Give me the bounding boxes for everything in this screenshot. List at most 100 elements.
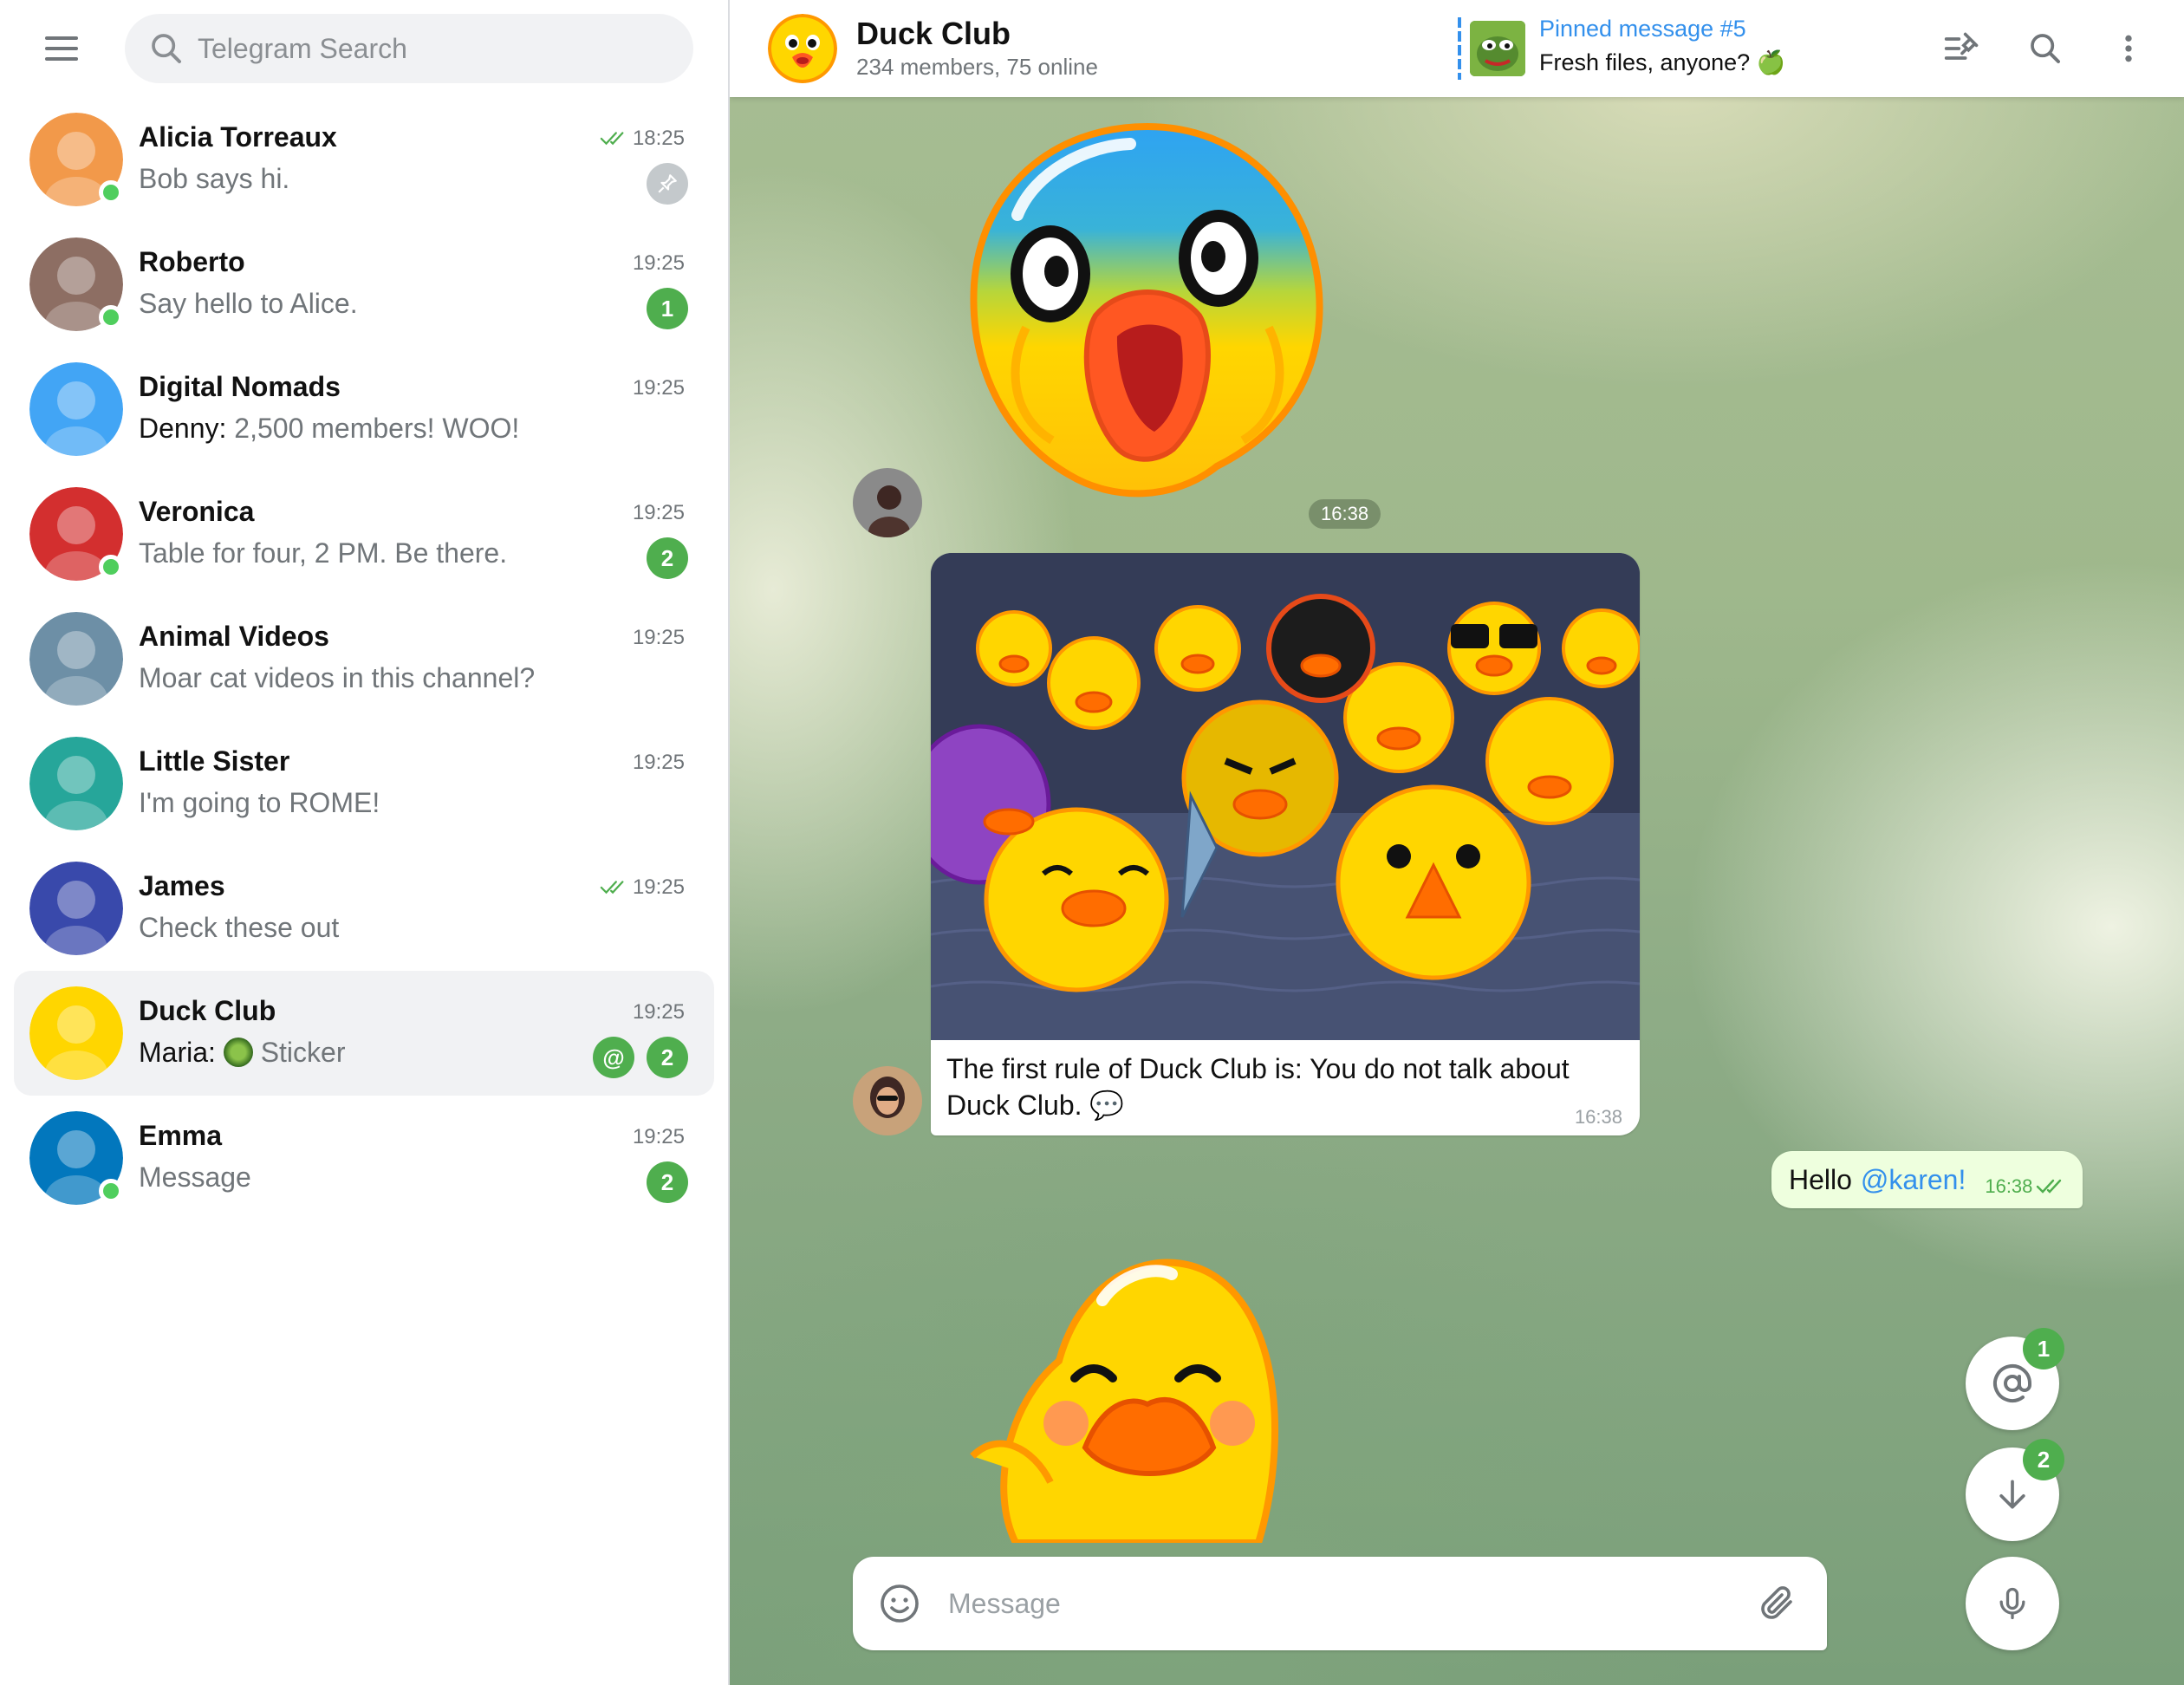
search-icon [2031, 34, 2060, 63]
chat-time-wrap: 18:25 [600, 127, 685, 151]
double-check-icon [2037, 1179, 2062, 1194]
chat-name: Digital Nomads [139, 371, 341, 402]
more-vertical-icon [2125, 35, 2132, 62]
telegram-app: Alicia Torreaux 18:25 Bob says hi. Roberto… [0, 0, 2184, 1685]
message-input[interactable] [948, 1557, 1711, 1650]
preview-sender: Denny: [139, 413, 227, 444]
unread-badge: 2 [647, 537, 688, 579]
mention-link[interactable]: @karen! [1861, 1164, 1966, 1196]
chat-list-item[interactable]: Digital Nomads 19:25 Denny: 2,500 members!… [14, 347, 714, 472]
waving-duck-sticker[interactable] [955, 1231, 1319, 1543]
unpin-all-button[interactable] [1938, 24, 1986, 73]
chat-name: Alicia Torreaux [139, 121, 337, 153]
online-indicator [99, 1179, 123, 1203]
chat-avatar [29, 737, 123, 830]
search-input[interactable] [198, 14, 666, 83]
chat-list-item[interactable]: Veronica 19:25 Table for four, 2 PM. Be th… [14, 472, 714, 596]
duck-avatar-icon [768, 14, 837, 83]
chat-list-item[interactable]: Alicia Torreaux 18:25 Bob says hi. [14, 97, 714, 222]
preview-text: Say hello to Alice. [139, 288, 358, 319]
chat-members-status: 234 members, 75 online [856, 54, 1098, 80]
chat-title[interactable]: Duck Club [856, 16, 1011, 52]
chat-preview: Moar cat videos in this channel? [139, 662, 535, 694]
duck-crowd-image [931, 553, 1640, 1040]
chat-preview: Check these out [139, 912, 339, 944]
search-chat-button[interactable] [2021, 24, 2070, 73]
chat-list-item[interactable]: Roberto 19:25 Say hello to Alice. 1 [14, 222, 714, 347]
chat-time: 18:25 [632, 127, 685, 150]
chat-avatar [29, 612, 123, 706]
chat-list-item[interactable]: Little Sister 19:25 I'm going to ROME! [14, 721, 714, 846]
mention-count-badge: 1 [2023, 1328, 2064, 1369]
chat-sidebar: Alicia Torreaux 18:25 Bob says hi. Roberto… [0, 0, 730, 1685]
chat-avatar [29, 362, 123, 456]
chat-time-wrap: 19:25 [633, 1125, 685, 1149]
preview-text: Message [139, 1161, 251, 1193]
chat-time-wrap: 19:25 [600, 875, 685, 900]
read-check-icon [600, 881, 624, 895]
online-indicator [99, 305, 123, 329]
sidebar-header [0, 0, 728, 97]
voice-record-button[interactable] [1966, 1557, 2059, 1650]
chat-list-item[interactable]: Duck Club 19:25 Maria: Sticker @2 [14, 971, 714, 1096]
chat-time-wrap: 19:25 [633, 1000, 685, 1025]
chat-time: 19:25 [632, 376, 685, 400]
search-bar[interactable] [125, 14, 693, 83]
group-avatar[interactable] [768, 14, 837, 83]
chat-time: 19:25 [632, 501, 685, 524]
chat-panel: Duck Club 234 members, 75 online Pinned … [730, 0, 2184, 1685]
chat-time: 19:25 [632, 875, 685, 899]
preview-text: I'm going to ROME! [139, 787, 380, 818]
message-composer [853, 1557, 1827, 1650]
read-check-icon [600, 132, 624, 146]
chat-list-item[interactable]: James 19:25 Check these out [14, 846, 714, 971]
pinned-message[interactable]: Pinned message #5 Fresh files, anyone? 🍏 [1458, 14, 1822, 83]
arrow-down-icon [1999, 1480, 2025, 1509]
chat-list-item[interactable]: Animal Videos 19:25 Moar cat videos in thi… [14, 596, 714, 721]
ducks-photo[interactable] [931, 553, 1640, 1040]
chat-header: Duck Club 234 members, 75 online Pinned … [730, 0, 2184, 97]
pinned-list-icon [1944, 32, 1979, 60]
chat-time: 19:25 [632, 626, 685, 649]
chat-list-item[interactable]: Emma 19:25 Message 2 [14, 1096, 714, 1220]
chat-name: Emma [139, 1120, 223, 1151]
more-options-button[interactable] [2104, 24, 2153, 73]
chat-name: Little Sister [139, 745, 290, 777]
attach-icon[interactable] [1756, 1583, 1797, 1624]
photo-caption: The first rule of Duck Club is: You do n… [946, 1053, 1570, 1121]
chat-name: Veronica [139, 496, 255, 527]
scared-duck-sticker[interactable] [957, 120, 1338, 510]
chat-name: Duck Club [139, 995, 276, 1026]
online-indicator [99, 555, 123, 579]
photo-message[interactable]: The first rule of Duck Club is: You do n… [931, 553, 1640, 1135]
chat-preview: Table for four, 2 PM. Be there. [139, 537, 507, 569]
online-indicator [99, 180, 123, 205]
menu-icon[interactable] [45, 35, 80, 62]
jump-to-mention-button[interactable]: 1 [1966, 1328, 2064, 1430]
chat-time-wrap: 19:25 [633, 501, 685, 525]
emoji-icon[interactable] [879, 1583, 920, 1624]
scroll-down-button[interactable]: 2 [1966, 1439, 2064, 1541]
outgoing-timestamp: 16:38 [1985, 1175, 2033, 1197]
outgoing-message[interactable]: Hello @karen! 16:38 [1771, 1151, 2083, 1208]
preview-text: 2,500 members! WOO! [234, 413, 520, 444]
sender-avatar[interactable] [853, 1066, 922, 1135]
preview-text: Check these out [139, 912, 340, 943]
chat-time: 19:25 [632, 1125, 685, 1148]
chat-preview: Bob says hi. [139, 163, 289, 195]
chat-preview: Denny: 2,500 members! WOO! [139, 413, 519, 445]
preview-text: Bob says hi. [139, 163, 290, 194]
chat-preview: Message [139, 1161, 251, 1194]
chat-time-wrap: 19:25 [633, 751, 685, 775]
pinned-chat-badge [647, 163, 688, 205]
chat-name: Animal Videos [139, 621, 329, 652]
mention-badge: @ [593, 1037, 634, 1078]
pinned-thumbnail [1470, 21, 1525, 76]
pinned-text: Fresh files, anyone? 🍏 [1539, 49, 1786, 75]
sender-avatar[interactable] [853, 468, 922, 537]
preview-sender: Maria: [139, 1037, 216, 1068]
preview-text: Sticker [260, 1037, 346, 1068]
pin-icon [658, 174, 677, 193]
chat-time: 19:25 [632, 1000, 685, 1024]
unread-count-badge: 2 [2023, 1439, 2064, 1480]
